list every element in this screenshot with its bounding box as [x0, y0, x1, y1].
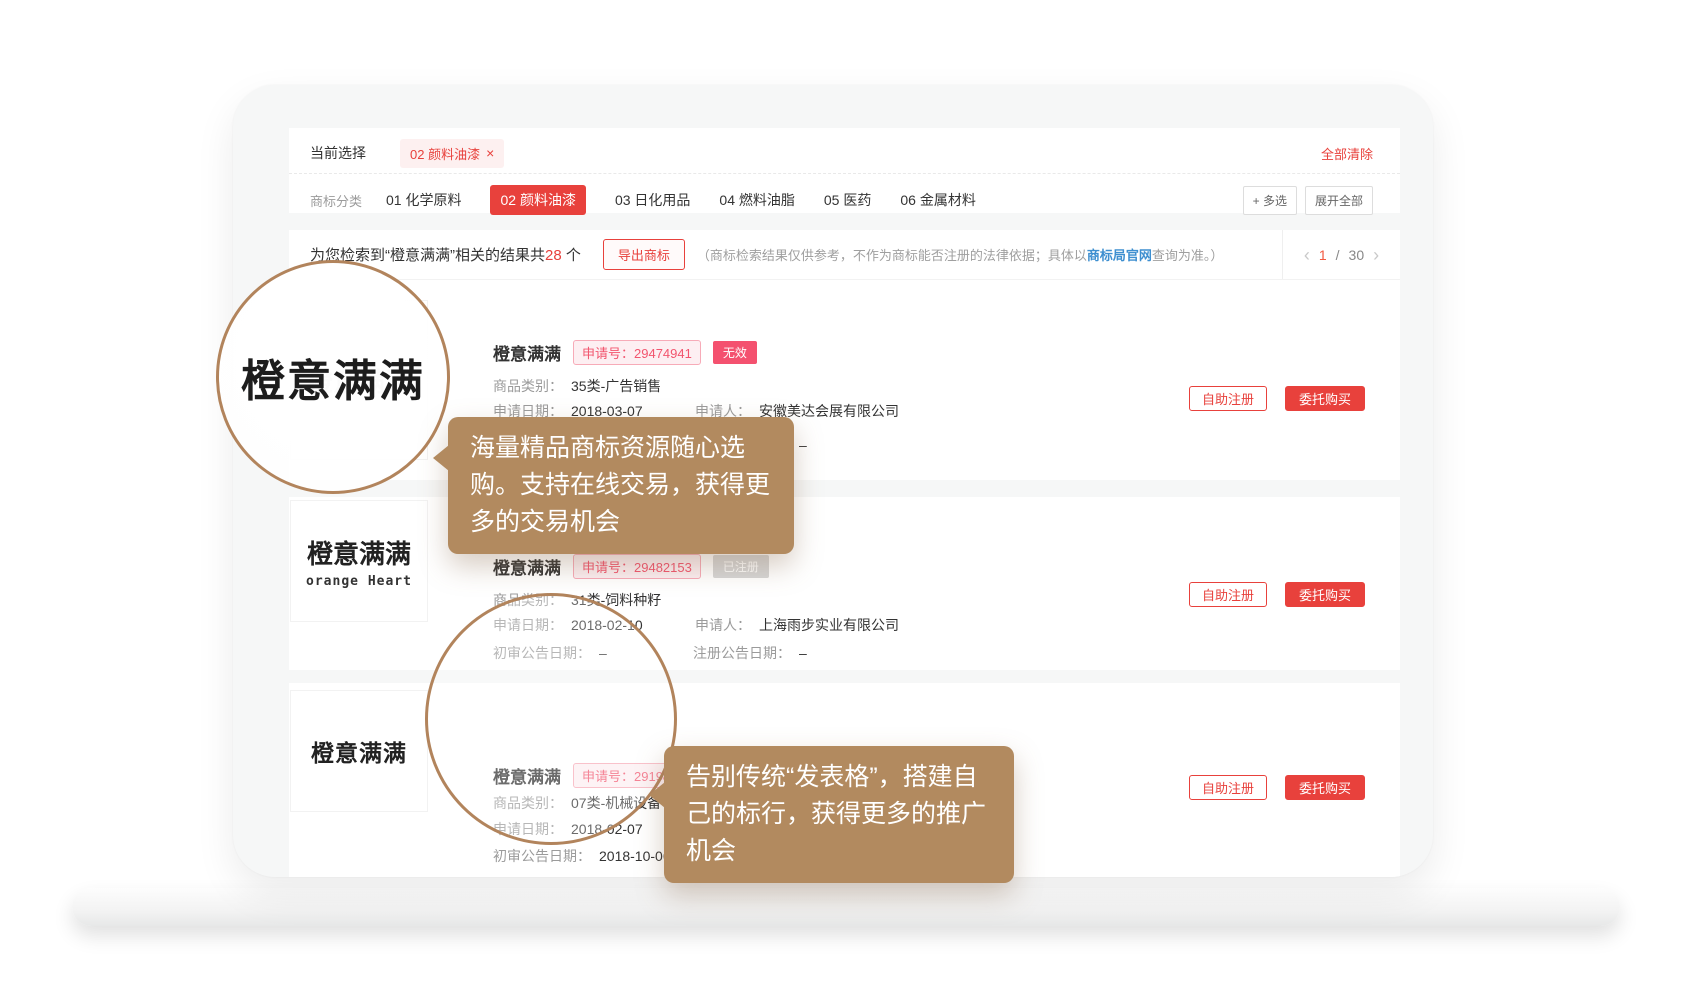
magnified-trademark-text: 橙意满满 — [241, 345, 425, 409]
results-count: 28 — [545, 247, 562, 264]
total-pages: 30 — [1349, 247, 1365, 263]
selected-filter-chip[interactable]: 02 颜料油漆 × — [400, 139, 504, 168]
laptop-mockup: 当前选择 02 颜料油漆 × 全部清除 商标分类 01 化学原料 02 颜料油漆… — [0, 0, 1696, 1002]
category-item-04[interactable]: 04 燃料油脂 — [719, 190, 794, 210]
category-value: 35类-广告销售 — [571, 378, 661, 394]
trademark-name: 橙意满满 — [493, 340, 561, 365]
selected-filter-chip-label: 02 颜料油漆 — [410, 144, 480, 163]
magnifier-circle-2 — [425, 593, 677, 845]
category-filter-label: 商标分类 — [310, 191, 362, 210]
self-register-button[interactable]: 自助注册 — [1189, 582, 1267, 607]
entrust-purchase-button[interactable]: 委托购买 — [1285, 582, 1365, 607]
application-number-value: 29474941 — [634, 346, 692, 361]
first-announce-value: 2018-10-06 — [599, 848, 671, 864]
reg-announce-value: – — [799, 437, 807, 453]
trademark-image-2: 橙意满满 orange Heart — [290, 500, 428, 622]
self-register-button[interactable]: 自助注册 — [1189, 386, 1267, 411]
expand-all-button[interactable]: 展开全部 — [1305, 186, 1373, 215]
tooltip-arrow-left-icon — [649, 782, 665, 808]
export-trademarks-button[interactable]: 导出商标 — [603, 239, 685, 270]
application-number-tag: 申请号：29474941 — [573, 340, 701, 365]
application-number-value: 29482153 — [634, 560, 692, 575]
current-selection-label: 当前选择 — [310, 143, 366, 163]
trademark-image-subtext: orange Heart — [306, 574, 412, 589]
clear-all-button[interactable]: 全部清除 — [1321, 144, 1373, 163]
disclaimer-prefix: （商标检索结果仅供参考，不作为商标能否注册的法律依据；具体以 — [697, 248, 1087, 263]
trademark-image-text: 橙意满满 — [307, 534, 411, 571]
status-badge-registered: 已注册 — [713, 555, 769, 578]
application-number-label: 申请号： — [582, 346, 634, 361]
entrust-purchase-button[interactable]: 委托购买 — [1285, 775, 1365, 800]
current-page: 1 — [1319, 247, 1327, 263]
pagination: ‹ 1 / 30 › — [1282, 230, 1400, 279]
category-item-06[interactable]: 06 金属材料 — [900, 190, 975, 210]
magnifier-circle-1: 橙意满满 — [216, 260, 450, 494]
disclaimer-suffix: 查询为准。） — [1152, 248, 1224, 263]
trademark-image-text: 橙意满满 — [311, 734, 407, 768]
tooltip-promotion: 告别传统“发表格”，搭建自己的标行，获得更多的推广机会 — [664, 746, 1014, 883]
status-badge-invalid: 无效 — [713, 341, 757, 364]
tooltip-text: 告别传统“发表格”，搭建自己的标行，获得更多的推广机会 — [686, 763, 986, 865]
trademark-image-3: 橙意满满 — [290, 690, 428, 812]
trademark-name: 橙意满满 — [493, 554, 561, 579]
applicant-label: 申请人： — [695, 617, 751, 633]
summary-suffix: 个 — [562, 247, 581, 264]
multi-select-button[interactable]: + 多选 — [1243, 186, 1297, 215]
application-number-tag: 申请号：29482153 — [573, 554, 701, 579]
trademark-office-link[interactable]: 商标局官网 — [1087, 248, 1152, 263]
application-number-label: 申请号： — [582, 560, 634, 575]
category-label: 商品类别： — [493, 378, 563, 394]
category-item-05[interactable]: 05 医药 — [824, 190, 871, 210]
category-item-01[interactable]: 01 化学原料 — [386, 190, 461, 210]
self-register-button[interactable]: 自助注册 — [1189, 775, 1267, 800]
reg-announce-value: – — [799, 645, 807, 661]
prev-page-icon[interactable]: ‹ — [1304, 246, 1310, 264]
filter-panel: 当前选择 02 颜料油漆 × 全部清除 商标分类 01 化学原料 02 颜料油漆… — [289, 128, 1400, 213]
tooltip-arrow-left-icon — [433, 445, 449, 471]
page-separator: / — [1336, 247, 1340, 263]
tooltip-text: 海量精品商标资源随心选购。支持在线交易，获得更多的交易机会 — [470, 434, 770, 536]
category-line: 商品类别： 35类-广告销售 — [493, 376, 1133, 396]
results-header: 为您检索到“橙意满满”相关的结果共28 个 导出商标 （商标检索结果仅供参考，不… — [289, 230, 1400, 280]
disclaimer-text: （商标检索结果仅供参考，不作为商标能否注册的法律依据；具体以商标局官网查询为准。… — [697, 245, 1224, 264]
category-item-02-selected[interactable]: 02 颜料油漆 — [490, 185, 585, 215]
first-announce-label: 初审公告日期： — [493, 848, 591, 864]
laptop-base — [72, 888, 1620, 926]
remove-filter-icon[interactable]: × — [486, 146, 494, 160]
next-page-icon[interactable]: › — [1373, 246, 1379, 264]
entrust-purchase-button[interactable]: 委托购买 — [1285, 386, 1365, 411]
reg-announce-label: 注册公告日期： — [693, 645, 791, 661]
tooltip-marketplace: 海量精品商标资源随心选购。支持在线交易，获得更多的交易机会 — [448, 417, 794, 554]
category-item-03[interactable]: 03 日化用品 — [615, 190, 690, 210]
applicant-value: 上海雨步实业有限公司 — [759, 617, 899, 633]
